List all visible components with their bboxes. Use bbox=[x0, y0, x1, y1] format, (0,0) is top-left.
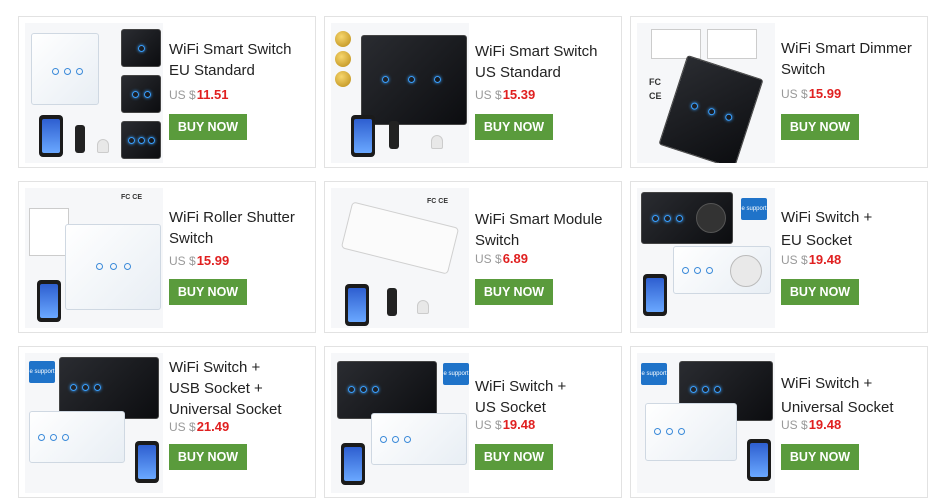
esupport-icon: e support bbox=[741, 198, 767, 220]
product-card[interactable]: e support WiFi Switch + USB Socket + Uni… bbox=[18, 346, 316, 498]
price: US $15.99 bbox=[781, 86, 842, 101]
certification-icon: FC CE bbox=[427, 198, 448, 205]
price: US $15.39 bbox=[475, 87, 536, 102]
product-image[interactable]: e support bbox=[637, 188, 775, 328]
buy-now-button[interactable]: BUY NOW bbox=[475, 114, 553, 140]
buy-now-button[interactable]: BUY NOW bbox=[475, 279, 553, 305]
phone-icon bbox=[341, 443, 365, 485]
price: US $11.51 bbox=[169, 87, 229, 102]
speaker-icon bbox=[389, 121, 399, 149]
price: US $19.48 bbox=[475, 417, 536, 432]
buy-now-button[interactable]: BUY NOW bbox=[169, 444, 247, 470]
google-home-icon bbox=[97, 139, 109, 153]
product-title[interactable]: WiFi Roller Shutter Switch bbox=[169, 207, 309, 249]
certification-icon: FC CE bbox=[121, 194, 142, 201]
google-home-icon bbox=[417, 300, 429, 314]
product-title[interactable]: WiFi Switch + USB Socket + Universal Soc… bbox=[169, 357, 309, 420]
product-title[interactable]: WiFi Smart Switch EU Standard bbox=[169, 39, 309, 81]
buy-now-button[interactable]: BUY NOW bbox=[781, 114, 859, 140]
product-image[interactable]: FC CE bbox=[637, 23, 775, 163]
price: US $21.49 bbox=[169, 419, 230, 434]
product-card[interactable]: FC CE WiFi Smart Dimmer Switch US $15.99… bbox=[630, 16, 928, 168]
phone-icon bbox=[37, 280, 61, 322]
product-title[interactable]: WiFi Switch + Universal Socket bbox=[781, 373, 921, 418]
product-image[interactable]: FC CE bbox=[25, 188, 163, 328]
price: US $19.48 bbox=[781, 252, 842, 267]
buy-now-button[interactable]: BUY NOW bbox=[169, 279, 247, 305]
product-image[interactable]: e support bbox=[331, 353, 469, 493]
phone-icon bbox=[351, 115, 375, 157]
product-card[interactable]: FC CE WiFi Smart Module Switch US $6.89 … bbox=[324, 181, 622, 333]
buy-now-button[interactable]: BUY NOW bbox=[781, 279, 859, 305]
price: US $15.99 bbox=[169, 253, 230, 268]
speaker-icon bbox=[75, 125, 85, 153]
price: US $19.48 bbox=[781, 417, 842, 432]
product-card[interactable]: e support WiFi Switch + Universal Socket… bbox=[630, 346, 928, 498]
price: US $6.89 bbox=[475, 251, 528, 266]
product-grid: WiFi Smart Switch EU Standard US $11.51 … bbox=[0, 0, 943, 499]
esupport-icon: e support bbox=[641, 363, 667, 385]
buy-now-button[interactable]: BUY NOW bbox=[169, 114, 247, 140]
phone-icon bbox=[345, 284, 369, 326]
google-home-icon bbox=[431, 135, 443, 149]
esupport-icon: e support bbox=[443, 363, 469, 385]
product-image[interactable]: FC CE bbox=[331, 188, 469, 328]
phone-icon bbox=[747, 439, 771, 481]
buy-now-button[interactable]: BUY NOW bbox=[475, 444, 553, 470]
product-card[interactable]: FC CE WiFi Roller Shutter Switch US $15.… bbox=[18, 181, 316, 333]
phone-icon bbox=[39, 115, 63, 157]
ce-icon: CE bbox=[649, 91, 662, 101]
product-card[interactable]: WiFi Smart Switch US Standard US $15.39 … bbox=[324, 16, 622, 168]
product-title[interactable]: WiFi Smart Dimmer Switch bbox=[781, 38, 921, 80]
product-card[interactable]: WiFi Smart Switch EU Standard US $11.51 … bbox=[18, 16, 316, 168]
product-image[interactable]: e support bbox=[637, 353, 775, 493]
product-card[interactable]: e support WiFi Switch + EU Socket US $19… bbox=[630, 181, 928, 333]
speaker-icon bbox=[387, 288, 397, 316]
product-image[interactable]: e support bbox=[25, 353, 163, 493]
product-image[interactable] bbox=[331, 23, 469, 163]
product-image[interactable] bbox=[25, 23, 163, 163]
product-title[interactable]: WiFi Smart Module Switch bbox=[475, 209, 615, 251]
certification-icon: FC bbox=[649, 77, 661, 87]
esupport-icon: e support bbox=[29, 361, 55, 383]
product-title[interactable]: WiFi Switch + US Socket bbox=[475, 376, 615, 418]
buy-now-button[interactable]: BUY NOW bbox=[781, 444, 859, 470]
product-card[interactable]: e support WiFi Switch + US Socket US $19… bbox=[324, 346, 622, 498]
phone-icon bbox=[643, 274, 667, 316]
product-title[interactable]: WiFi Switch + EU Socket bbox=[781, 207, 921, 251]
product-title[interactable]: WiFi Smart Switch US Standard bbox=[475, 41, 615, 83]
phone-icon bbox=[135, 441, 159, 483]
